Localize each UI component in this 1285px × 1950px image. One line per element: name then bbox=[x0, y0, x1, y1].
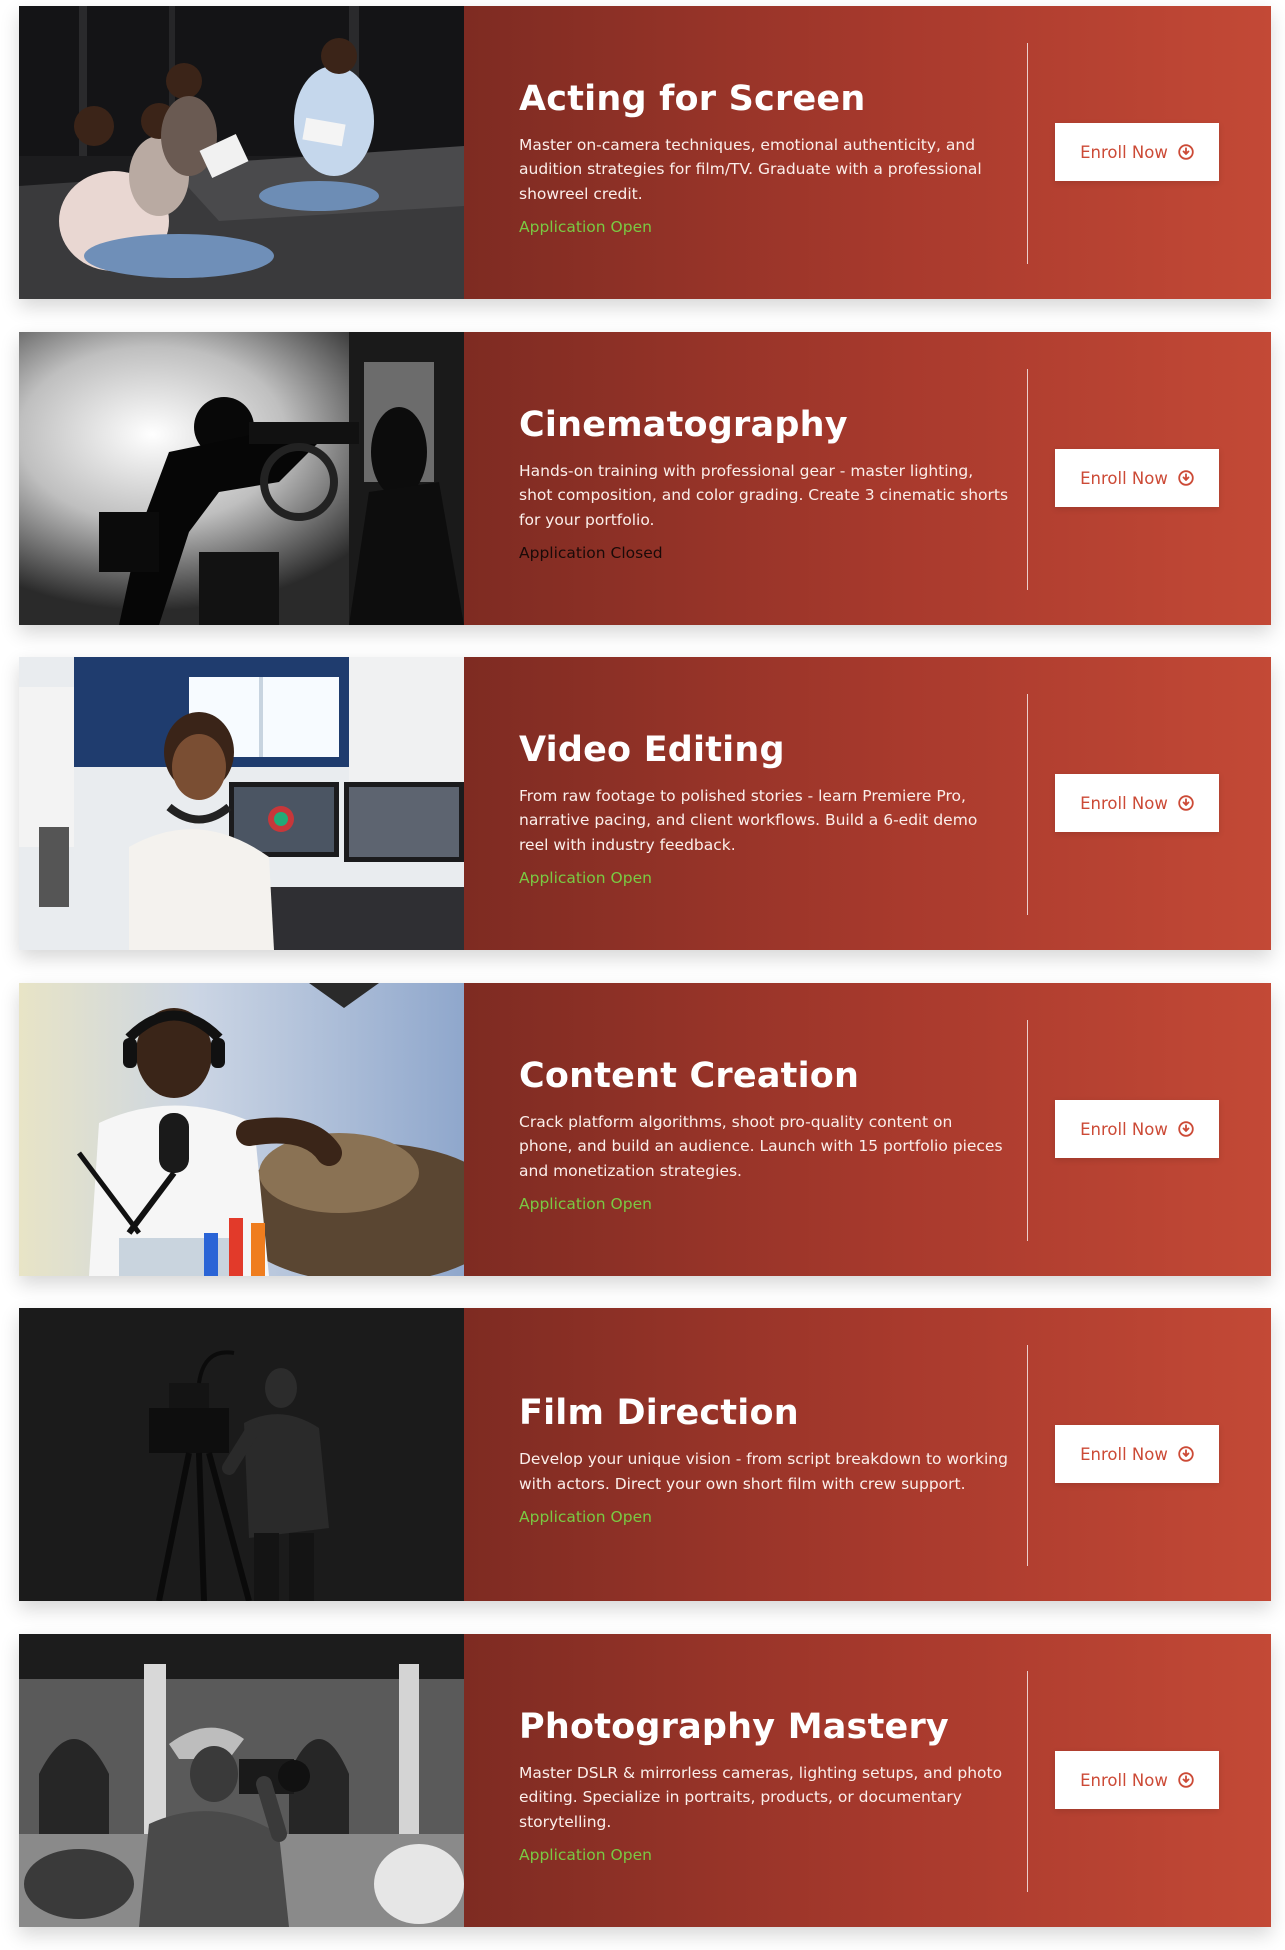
course-image: photographer-photo bbox=[19, 1634, 464, 1927]
arrow-circle-down-icon bbox=[1178, 795, 1194, 811]
course-description: From raw footage to polished stories - l… bbox=[519, 786, 978, 854]
application-status: Application Open bbox=[519, 869, 652, 888]
vertical-divider bbox=[1027, 369, 1028, 590]
course-info-panel: Cinematography Hands-on training with pr… bbox=[464, 332, 1271, 625]
course-card: podcast-creator-photo Content Creation C… bbox=[19, 983, 1271, 1276]
arrow-circle-down-icon bbox=[1178, 1121, 1194, 1137]
course-image: director-camera-photo bbox=[19, 1308, 464, 1601]
course-text: Photography Mastery Master DSLR & mirror… bbox=[519, 1634, 1009, 1927]
course-card: acting-class-photo Acting for Screen Mas… bbox=[19, 6, 1271, 299]
arrow-circle-down-icon bbox=[1178, 144, 1194, 160]
enroll-now-button[interactable]: Enroll Now bbox=[1055, 1100, 1219, 1158]
course-text: Film Direction Develop your unique visio… bbox=[519, 1308, 1009, 1601]
enroll-button-label: Enroll Now bbox=[1080, 1119, 1168, 1139]
course-description: Crack platform algorithms, shoot pro-qua… bbox=[519, 1112, 1003, 1180]
enroll-now-button[interactable]: Enroll Now bbox=[1055, 123, 1219, 181]
arrow-circle-down-icon bbox=[1178, 1772, 1194, 1788]
vertical-divider bbox=[1027, 1020, 1028, 1241]
application-status: Application Open bbox=[519, 218, 652, 237]
course-image: video-editor-photo bbox=[19, 657, 464, 950]
video-editor-photo bbox=[19, 657, 464, 950]
course-list: acting-class-photo Acting for Screen Mas… bbox=[0, 0, 1285, 1950]
course-info-panel: Photography Mastery Master DSLR & mirror… bbox=[464, 1634, 1271, 1927]
enroll-now-button[interactable]: Enroll Now bbox=[1055, 1751, 1219, 1809]
vertical-divider bbox=[1027, 694, 1028, 915]
vertical-divider bbox=[1027, 1671, 1028, 1892]
course-image: podcast-creator-photo bbox=[19, 983, 464, 1276]
director-camera-photo bbox=[19, 1308, 464, 1601]
course-card: cinematography-set-photo Cinematography … bbox=[19, 332, 1271, 625]
course-card: photographer-photo Photography Mastery M… bbox=[19, 1634, 1271, 1927]
course-description: Develop your unique vision - from script… bbox=[519, 1450, 1008, 1493]
application-status: Application Open bbox=[519, 1195, 652, 1214]
enroll-button-label: Enroll Now bbox=[1080, 793, 1168, 813]
enroll-button-label: Enroll Now bbox=[1080, 1770, 1168, 1790]
course-text: Acting for Screen Master on-camera techn… bbox=[519, 6, 1009, 299]
course-title: Acting for Screen bbox=[519, 78, 866, 119]
podcast-creator-photo bbox=[19, 983, 464, 1276]
course-info-panel: Acting for Screen Master on-camera techn… bbox=[464, 6, 1271, 299]
course-info-panel: Film Direction Develop your unique visio… bbox=[464, 1308, 1271, 1601]
course-text: Cinematography Hands-on training with pr… bbox=[519, 332, 1009, 625]
arrow-circle-down-icon bbox=[1178, 470, 1194, 486]
course-card: video-editor-photo Video Editing From ra… bbox=[19, 657, 1271, 950]
course-title: Film Direction bbox=[519, 1393, 799, 1433]
course-text: Content Creation Crack platform algorith… bbox=[519, 983, 1009, 1276]
enroll-now-button[interactable]: Enroll Now bbox=[1055, 774, 1219, 832]
enroll-now-button[interactable]: Enroll Now bbox=[1055, 449, 1219, 507]
course-title: Photography Mastery bbox=[519, 1706, 949, 1747]
vertical-divider bbox=[1027, 43, 1028, 264]
application-status: Application Closed bbox=[519, 544, 663, 563]
photographer-photo bbox=[19, 1634, 464, 1927]
application-status: Application Open bbox=[519, 1508, 652, 1526]
application-status: Application Open bbox=[519, 1846, 652, 1865]
course-info-panel: Video Editing From raw footage to polish… bbox=[464, 657, 1271, 950]
course-card: director-camera-photo Film Direction Dev… bbox=[19, 1308, 1271, 1601]
cinematography-set-photo bbox=[19, 332, 464, 625]
vertical-divider bbox=[1027, 1345, 1028, 1566]
course-image: cinematography-set-photo bbox=[19, 332, 464, 625]
enroll-button-label: Enroll Now bbox=[1080, 468, 1168, 488]
enroll-button-label: Enroll Now bbox=[1080, 1444, 1168, 1464]
course-description: Master DSLR & mirrorless cameras, lighti… bbox=[519, 1763, 1003, 1831]
enroll-button-label: Enroll Now bbox=[1080, 142, 1168, 162]
enroll-now-button[interactable]: Enroll Now bbox=[1055, 1425, 1219, 1483]
course-description: Hands-on training with professional gear… bbox=[519, 461, 1009, 529]
course-image: acting-class-photo bbox=[19, 6, 464, 299]
course-description: Master on-camera techniques, emotional a… bbox=[519, 135, 982, 203]
course-title: Cinematography bbox=[519, 404, 848, 445]
course-title: Video Editing bbox=[519, 729, 785, 770]
acting-class-photo bbox=[19, 6, 464, 299]
arrow-circle-down-icon bbox=[1178, 1446, 1194, 1462]
course-text: Video Editing From raw footage to polish… bbox=[519, 657, 1009, 950]
course-info-panel: Content Creation Crack platform algorith… bbox=[464, 983, 1271, 1276]
course-title: Content Creation bbox=[519, 1055, 860, 1096]
